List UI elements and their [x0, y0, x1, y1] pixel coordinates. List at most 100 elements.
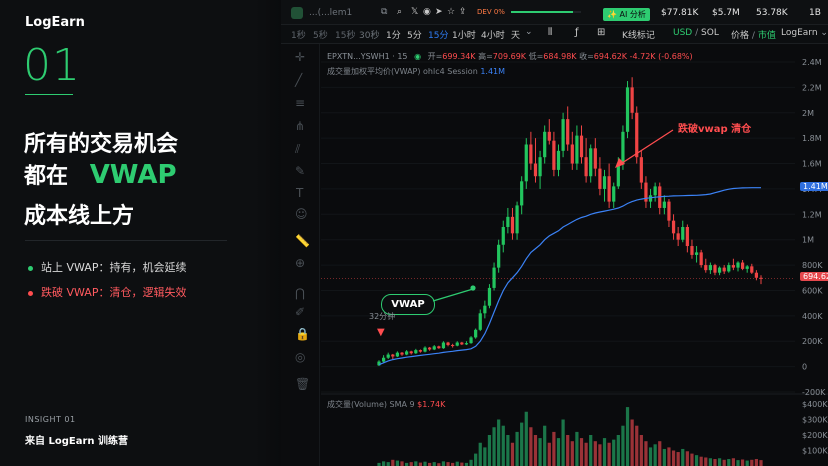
candle-body: [589, 148, 593, 177]
candle-body: [635, 112, 639, 158]
volume-bar: [501, 425, 505, 466]
volume-bar: [727, 459, 731, 466]
candle-body: [727, 265, 731, 272]
volume-bar: [690, 453, 694, 466]
candle-body: [750, 266, 754, 273]
candle-body: [556, 150, 561, 170]
volume-bar: [717, 458, 722, 466]
volume-bar: [395, 460, 400, 466]
candle-body: [428, 347, 432, 350]
candle-body: [685, 227, 689, 247]
candle-body: [704, 265, 708, 271]
price-tick-label: 1.6M: [802, 160, 822, 169]
price-chart[interactable]: 2.4M2.2M2M1.8M1.6M1.4M1.2M1M800K600K400K…: [281, 0, 828, 466]
volume-bar: [579, 438, 584, 466]
candle-body: [423, 347, 427, 352]
headline-vwap-highlight: VWAP: [89, 160, 177, 190]
candle-body: [584, 157, 588, 177]
price-tick-label: 600K: [802, 286, 823, 295]
volume-bar: [699, 456, 703, 466]
candle-body: [395, 352, 400, 357]
candle-body: [745, 266, 749, 269]
candle-body: [630, 87, 634, 113]
candle-body: [607, 176, 611, 202]
volume-bar: [685, 451, 689, 466]
insight-label: INSIGHT 01: [25, 415, 76, 424]
volume-bar: [543, 425, 547, 466]
candle-body: [510, 216, 515, 234]
volume-tick-label: $200K: [802, 431, 828, 440]
candle-body: [713, 265, 717, 273]
volume-bar: [400, 461, 404, 466]
candle-body: [681, 227, 685, 240]
candle-body: [418, 350, 423, 352]
volume-bar: [478, 442, 482, 466]
price-tick-label: 1.8M: [802, 134, 822, 143]
volume-bar: [566, 435, 570, 466]
candle-body: [566, 119, 570, 145]
volume-bar: [676, 452, 680, 466]
volume-bar: [704, 457, 708, 466]
candle-body: [736, 262, 740, 268]
volume-bar: [432, 462, 436, 466]
volume-bar: [736, 460, 740, 466]
candle-body: [455, 342, 459, 346]
volume-bar: [492, 427, 496, 466]
volume-bar: [575, 431, 579, 466]
volume-bar: [625, 407, 630, 466]
volume-bar: [754, 459, 759, 466]
panel-divider: [255, 0, 281, 466]
headline-line-1: 所有的交易机会: [24, 132, 179, 157]
bullet-exit: 跌破 VWAP：清仓，逻辑失效: [28, 284, 186, 300]
candle-body: [492, 267, 496, 288]
volume-bar: [483, 447, 487, 466]
candle-body: [579, 135, 584, 158]
volume-bar: [423, 461, 427, 466]
volume-bar: [584, 442, 588, 466]
candle-body: [625, 87, 630, 132]
candle-body: [529, 144, 533, 164]
price-tick-label: 200K: [802, 337, 823, 346]
trading-panel: ...(...lem1 ⧉ ⌕ 𝕏 ◉ ➤ ☆ ⇪ DEV 0% ✨ AI 分析…: [281, 0, 828, 466]
volume-bar: [524, 411, 528, 466]
candle-body: [437, 346, 441, 349]
volume-bar: [731, 458, 735, 466]
candle-body: [469, 337, 473, 344]
candle-body: [386, 354, 390, 358]
candle-body: [694, 252, 699, 255]
candle-body: [409, 351, 413, 354]
candle-body: [501, 227, 505, 245]
candle-body: [593, 148, 597, 169]
volume-bar: [510, 442, 515, 466]
volume-bar: [561, 419, 565, 466]
chart-grid: [321, 61, 828, 395]
candle-body: [474, 329, 478, 338]
volume-bar: [474, 453, 478, 466]
section-number: 01: [23, 40, 81, 91]
volume-bar: [414, 461, 418, 466]
volume-bar: [460, 462, 464, 466]
candle-body: [561, 119, 565, 151]
volume-bar: [418, 462, 423, 466]
volume-bar: [386, 462, 390, 466]
candle-body: [653, 186, 657, 196]
section-divider: [25, 240, 227, 241]
volume-tick-label: $100K: [802, 447, 828, 456]
volume-bar: [593, 441, 597, 466]
volume-bar: [750, 459, 754, 466]
volume-bar: [759, 460, 763, 466]
volume-bar: [598, 444, 602, 466]
volume-axis: $400K $300K $200K $100K: [802, 400, 828, 456]
volume-bar: [740, 459, 745, 466]
candle-body: [441, 342, 446, 349]
candle-body: [405, 351, 409, 355]
volume-bar: [681, 448, 685, 466]
volume-bar: [635, 425, 639, 466]
volume-bar: [653, 444, 657, 466]
volume-bar: [556, 438, 561, 466]
volume-bar: [621, 425, 625, 466]
volume-bar: [409, 462, 413, 466]
headline-line-2-prefix: 都在: [24, 164, 69, 189]
volume-bar: [552, 431, 556, 466]
candle-body: [722, 267, 726, 272]
